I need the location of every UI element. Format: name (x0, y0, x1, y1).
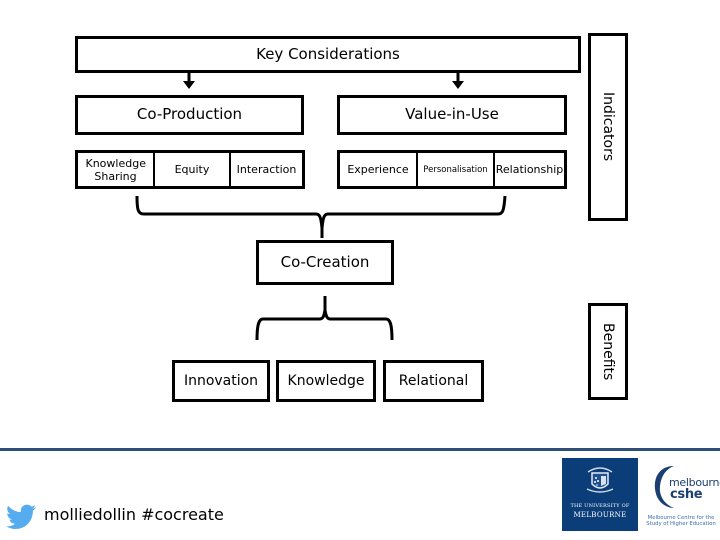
item-equity: Equity (153, 153, 229, 186)
indicators-label: Indicators (600, 92, 617, 162)
value-in-use-items-row: Experience Personalisation Relationship (337, 150, 567, 189)
uom-line1: THE UNIVERSITY OF (570, 503, 630, 509)
crest-icon (586, 467, 614, 493)
value-in-use-label: Value-in-Use (405, 105, 499, 124)
co-production-label: Co-Production (136, 105, 243, 124)
item-interaction: Interaction (229, 153, 302, 186)
co-production-box: Co-Production (75, 95, 304, 135)
item-experience: Experience (347, 163, 409, 176)
uom-line2: MELBOURNE (573, 511, 627, 519)
melbourne-cshe-logo: melbourne cshe Melbourne Centre for the … (644, 458, 720, 532)
twitter-bird-icon (6, 504, 36, 529)
arrow-to-co-production (183, 72, 195, 89)
indicators-box: Indicators (588, 33, 628, 221)
item-relationship: Relationship (493, 153, 564, 186)
benefits-label: Benefits (600, 322, 617, 381)
outcome-knowledge: Knowledge (276, 360, 376, 402)
twitter-handle: molliedollin #cocreate (44, 505, 224, 524)
outcome-relational: Relational (383, 360, 484, 402)
item-personalisation: Personalisation (416, 153, 493, 186)
footer-divider (0, 448, 720, 451)
co-production-items-row: Knowledge Sharing Equity Interaction (75, 150, 305, 189)
benefits-box: Benefits (588, 303, 628, 400)
key-considerations-label: Key Considerations (256, 44, 400, 63)
key-considerations-box: Key Considerations (75, 36, 581, 73)
co-creation-box: Co-Creation (256, 240, 394, 285)
outcome-innovation: Innovation (172, 360, 270, 402)
cshe-subtitle: Melbourne Centre for the Study of Higher… (646, 515, 716, 528)
lower-brace (255, 309, 394, 341)
upper-brace (135, 195, 507, 229)
item-knowledge-sharing: Knowledge Sharing (85, 156, 146, 183)
university-of-melbourne-logo: THE UNIVERSITY OF MELBOURNE (562, 458, 638, 531)
arrow-to-value-in-use (452, 72, 464, 89)
value-in-use-box: Value-in-Use (337, 95, 567, 135)
cshe-word2: cshe (670, 487, 703, 502)
co-creation-label: Co-Creation (280, 252, 370, 271)
